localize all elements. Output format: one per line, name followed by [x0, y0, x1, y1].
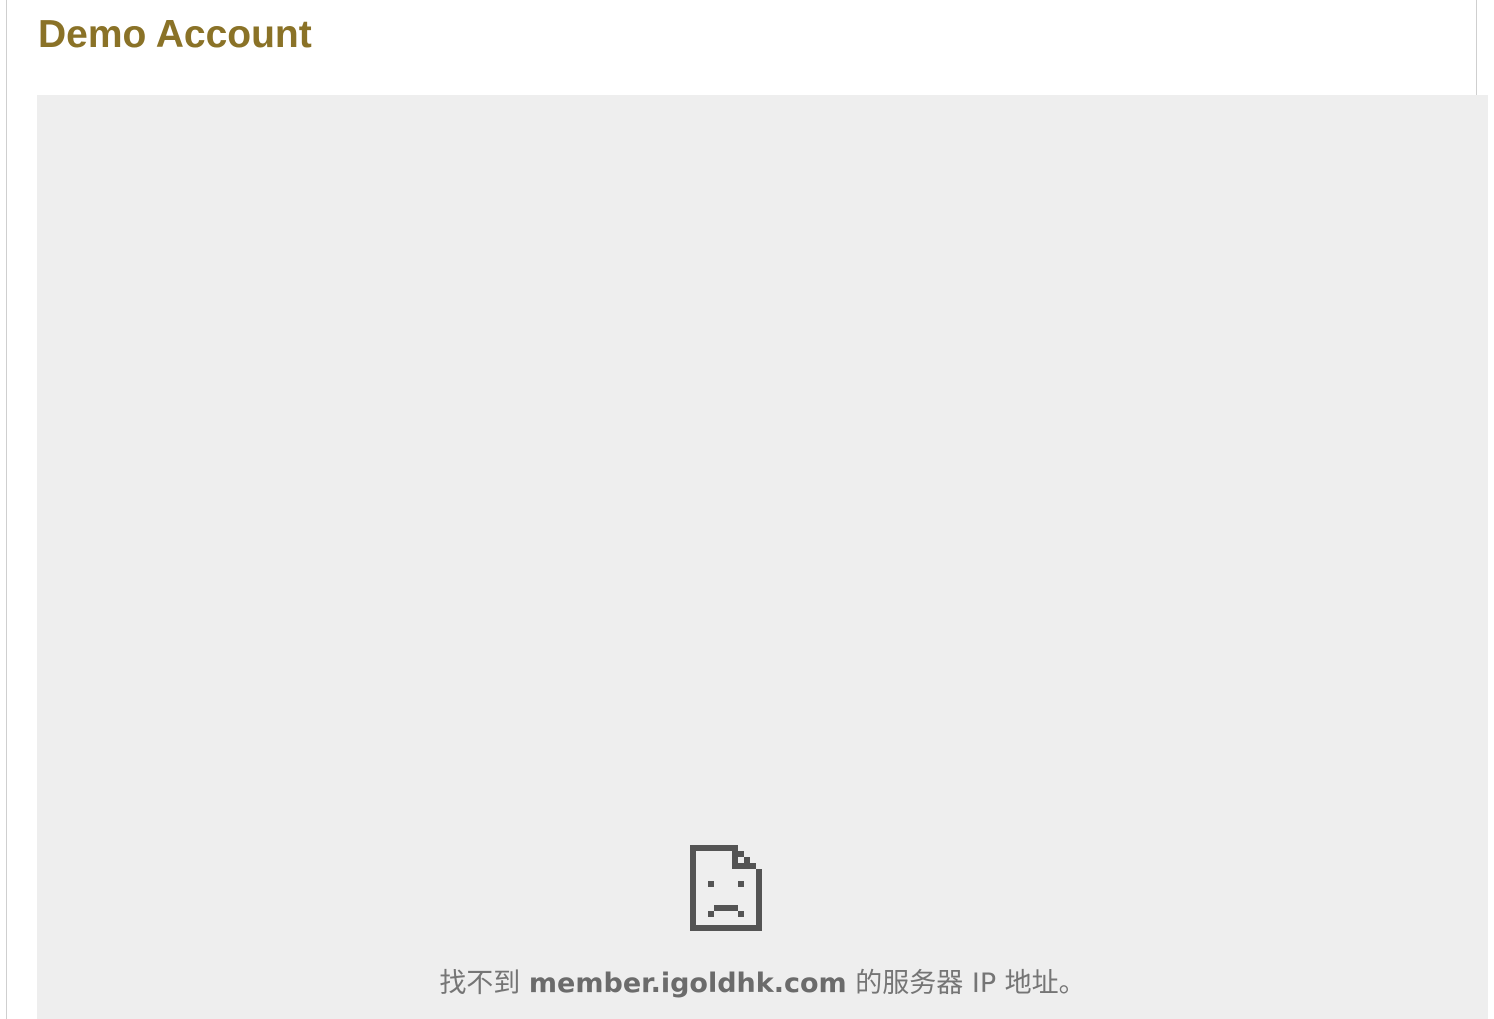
error-message: 找不到 member.igoldhk.com 的服务器 IP 地址。: [37, 965, 1488, 1003]
page: Demo Account 找不到 member.igoldhk.com 的服务器…: [0, 0, 1494, 1019]
sad-document-icon: [690, 845, 762, 931]
embedded-frame[interactable]: 找不到 member.igoldhk.com 的服务器 IP 地址。: [37, 95, 1488, 1019]
error-suffix: 的服务器 IP 地址。: [846, 968, 1086, 999]
right-border: [1476, 0, 1477, 96]
page-title: Demo Account: [38, 13, 312, 56]
error-prefix: 找不到: [439, 968, 529, 999]
error-host: member.igoldhk.com: [528, 968, 847, 999]
left-border: [6, 0, 7, 1019]
